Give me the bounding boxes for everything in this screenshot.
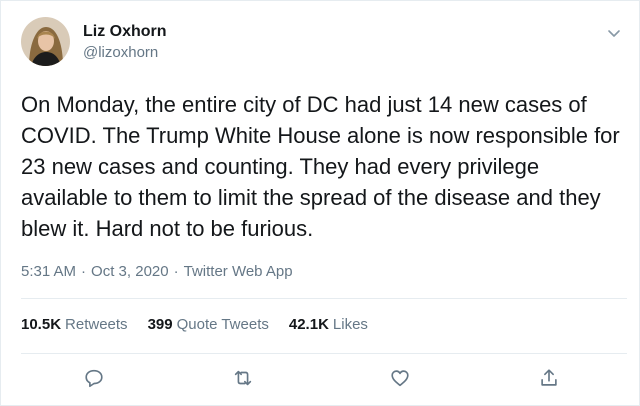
tweet-text: On Monday, the entire city of DC had jus… [21, 92, 620, 241]
likes-count: 42.1K [288, 316, 329, 333]
retweet-icon[interactable] [232, 367, 254, 389]
tweet-card: Liz Oxhorn @lizoxhorn On Monday, the ent… [0, 0, 640, 406]
likes-stat[interactable]: 42.1K Likes [289, 315, 368, 335]
retweets-stat[interactable]: 10.5K Retweets [21, 315, 128, 335]
share-icon[interactable] [538, 367, 560, 389]
user-handle[interactable]: @lizoxhorn [83, 43, 158, 63]
divider [21, 298, 627, 299]
meta-separator: · [81, 263, 87, 280]
quote-tweets-label: Quote Tweets [176, 316, 269, 333]
likes-label: Likes [332, 316, 368, 333]
chevron-down-icon[interactable] [606, 25, 622, 41]
retweets-count: 10.5K [21, 316, 62, 333]
profile-photo-icon [21, 17, 70, 66]
tweet-meta: 5:31 AM · Oct 3, 2020 · Twitter Web App [21, 262, 293, 282]
like-icon[interactable] [389, 367, 411, 389]
tweet-date[interactable]: Oct 3, 2020 [91, 262, 169, 282]
reply-icon[interactable] [83, 367, 105, 389]
engagement-stats: 10.5K Retweets 399 Quote Tweets 42.1K Likes [21, 315, 388, 335]
display-name[interactable]: Liz Oxhorn [83, 22, 167, 42]
retweets-label: Retweets [65, 316, 128, 333]
divider [21, 353, 627, 354]
avatar[interactable] [21, 17, 70, 66]
tweet-source[interactable]: Twitter Web App [184, 262, 293, 282]
quote-tweets-count: 399 [147, 316, 173, 333]
quote-tweets-stat[interactable]: 399 Quote Tweets [148, 315, 269, 335]
tweet-time[interactable]: 5:31 AM [21, 262, 76, 282]
meta-separator: · [173, 263, 179, 280]
